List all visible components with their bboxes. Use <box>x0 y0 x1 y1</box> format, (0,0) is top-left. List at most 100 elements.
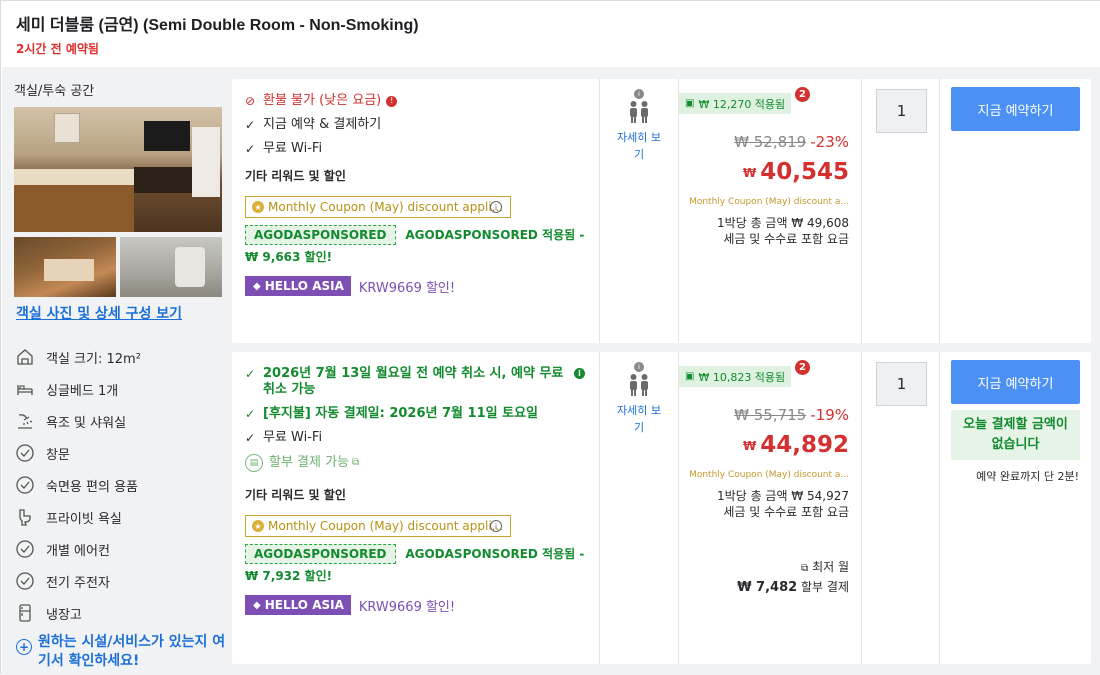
facility-search-label: 원하는 시설/서비스가 있는지 여기서 확인하세요! <box>38 634 226 669</box>
feature-free-wifi: ✓ 무료 Wi-Fi <box>245 141 323 156</box>
promo-code: KRW9669 할인! <box>358 280 456 296</box>
currency-symbol: ₩ <box>742 438 757 453</box>
agoda-sponsored: AGODASPONSORED AGODASPONSORED 적용됨 - ₩ 7,… <box>245 543 599 587</box>
ticket-icon: ▣ <box>685 371 695 382</box>
amenity-room-size: 객실 크기: 12m² <box>14 346 141 368</box>
section-label: 객실/투숙 공간 <box>14 84 95 99</box>
external-link-icon: ⧉ <box>801 563 809 574</box>
book-now-button[interactable]: 지금 예약하기 <box>951 360 1080 404</box>
toilet-icon <box>14 506 36 528</box>
room-quantity-select[interactable]: 1 <box>876 362 927 406</box>
savings-count-badge: 2 <box>795 87 810 102</box>
fridge-icon <box>14 602 36 624</box>
info-icon[interactable]: i <box>574 368 585 379</box>
monthly-coupon[interactable]: ★ Monthly Coupon (May) discount appli...… <box>245 515 511 537</box>
tag-icon: ◆ <box>253 280 261 292</box>
info-icon[interactable]: i <box>634 89 644 99</box>
amenity-bath-shower: 욕조 및 샤워실 <box>14 410 126 432</box>
two-guests-icon <box>600 101 678 123</box>
coupon-icon: ★ <box>252 520 264 532</box>
amenity-window: 창문 <box>14 442 70 464</box>
booking-time-note: 예약 완료까지 단 2분! <box>976 470 1079 483</box>
booking-column: 지금 예약하기 <box>940 79 1091 343</box>
installment-icon: ▤ <box>245 454 263 472</box>
room-content: 객실/투숙 공간 객실 사진 및 상세 구성 보기 객실 크기: 12m² 싱글… <box>2 67 1100 675</box>
alert-icon[interactable]: ! <box>386 95 398 107</box>
offer-row-2: ✓ 2026년 7월 13일 월요일 전 예약 취소 시, 예약 무료 취소 가… <box>232 352 1091 664</box>
info-icon[interactable]: i <box>490 520 502 532</box>
booking-column: 지금 예약하기 오늘 결제할 금액이 없습니다 예약 완료까지 단 2분! <box>940 352 1091 664</box>
currency-symbol: ₩ <box>742 165 757 180</box>
check-circle-icon <box>14 538 36 560</box>
room-card: 세미 더블룸 (금연) (Semi Double Room - Non-Smok… <box>0 0 1100 675</box>
amenity-label: 냉장고 <box>46 607 82 623</box>
promo-hello-asia: ◆ HELLO ASIA KRW9669 할인! <box>245 276 599 296</box>
amenity-kettle: 전기 주전자 <box>14 570 110 592</box>
agoda-sponsored: AGODASPONSORED AGODASPONSORED 적용됨 - ₩ 9,… <box>245 224 599 268</box>
offer-conditions: ⊘ 환불 불가 (낮은 요금) ! ✓ 지금 예약 & 결제하기 ✓ 무료 Wi… <box>232 79 600 343</box>
amenity-private-bathroom: 프라이빗 욕실 <box>14 506 122 528</box>
installment-available[interactable]: ▤ 할부 결제 가능 ⧉ <box>245 454 599 472</box>
feature-pay-now: ✓ 지금 예약 & 결제하기 <box>245 117 382 132</box>
occupancy-column: i 자세히 보기 <box>600 79 679 343</box>
offer-row-1: ⊘ 환불 불가 (낮은 요금) ! ✓ 지금 예약 & 결제하기 ✓ 무료 Wi… <box>232 79 1091 343</box>
rewards-title: 기타 리워드 및 할인 <box>245 488 346 502</box>
book-now-button[interactable]: 지금 예약하기 <box>951 87 1080 131</box>
amenity-label: 숙면용 편의 용품 <box>46 479 138 495</box>
room-photos-link[interactable]: 객실 사진 및 상세 구성 보기 <box>16 303 182 323</box>
promo-code: KRW9669 할인! <box>358 599 456 615</box>
amenity-sleep-kit: 숙면용 편의 용품 <box>14 474 138 496</box>
original-price: ₩ 52,819 -23% <box>734 133 849 151</box>
shower-icon <box>14 410 36 432</box>
amenity-label: 욕조 및 샤워실 <box>46 415 127 431</box>
refund-policy: ⊘ 환불 불가 (낮은 요금) ! <box>245 93 599 109</box>
feature-pay-later: ✓ [후지불] 자동 결제일: 2026년 7월 11일 토요일 <box>245 406 538 421</box>
check-icon: ✓ <box>245 431 256 445</box>
plus-circle-icon: + <box>16 639 32 655</box>
amenity-label: 창문 <box>46 447 70 463</box>
price-column: ▣ ₩ 12,270 적용됨 2 ₩ 52,819 -23% ₩40,545 Mo… <box>679 79 862 343</box>
coupon-note: Monthly Coupon (May) discount a... <box>689 197 849 207</box>
promo-tag: ◆ HELLO ASIA <box>245 595 351 615</box>
price-column: ▣ ₩ 10,823 적용됨 2 ₩ 55,715 -19% ₩44,892 Mo… <box>679 352 862 664</box>
total-price: 1박당 총 금액 ₩ 49,608 세금 및 수수료 포함 요금 <box>717 216 849 246</box>
occupancy-details-link[interactable]: 자세히 보기 <box>600 129 678 163</box>
info-icon[interactable]: i <box>490 201 502 213</box>
booked-recently-note: 2시간 전 예약됨 <box>16 42 99 56</box>
amenity-label: 개별 에어컨 <box>46 543 110 559</box>
monthly-coupon[interactable]: ★ Monthly Coupon (May) discount appli...… <box>245 196 511 218</box>
bed-icon <box>14 378 36 400</box>
occupancy-column: i 자세히 보기 <box>600 352 679 664</box>
check-circle-icon <box>14 442 36 464</box>
room-thumbnail-1[interactable] <box>14 237 116 297</box>
amenity-label: 싱글베드 1개 <box>46 383 119 399</box>
occupancy-details-link[interactable]: 자세히 보기 <box>600 402 678 436</box>
amenity-air-conditioner: 개별 에어컨 <box>14 538 110 560</box>
promo-hello-asia: ◆ HELLO ASIA KRW9669 할인! <box>245 595 599 615</box>
room-title: 세미 더블룸 (금연) (Semi Double Room - Non-Smok… <box>16 17 419 34</box>
no-payment-today-note: 오늘 결제할 금액이 없습니다 <box>951 410 1080 460</box>
discount-percent: -19% <box>810 406 849 424</box>
room-quantity-select[interactable]: 1 <box>876 89 927 133</box>
check-icon: ✓ <box>245 142 256 156</box>
room-thumbnail-2[interactable] <box>120 237 222 297</box>
facility-search-link[interactable]: + 원하는 시설/서비스가 있는지 여기서 확인하세요! <box>16 633 226 671</box>
coupon-icon: ★ <box>252 201 264 213</box>
amenity-bed: 싱글베드 1개 <box>14 378 118 400</box>
free-cancellation-policy: ✓ 2026년 7월 13일 월요일 전 예약 취소 시, 예약 무료 취소 가… <box>245 366 585 398</box>
info-icon[interactable]: i <box>634 362 644 372</box>
room-main-photo[interactable] <box>14 107 222 232</box>
current-price: ₩44,892 <box>742 432 849 458</box>
check-icon: ✓ <box>245 367 256 381</box>
ticket-icon: ▣ <box>685 98 695 109</box>
tag-icon: ◆ <box>253 599 261 611</box>
savings-count-badge: 2 <box>795 360 810 375</box>
quantity-column: 1 <box>862 79 940 343</box>
total-price: 1박당 총 금액 ₩ 54,927 세금 및 수수료 포함 요금 <box>717 489 849 519</box>
savings-badge: ▣ ₩ 12,270 적용됨 <box>679 93 792 114</box>
amenity-label: 전기 주전자 <box>46 575 110 591</box>
check-circle-icon <box>14 474 36 496</box>
room-size-icon <box>14 346 36 368</box>
check-icon: ✓ <box>245 118 256 132</box>
external-link-icon: ⧉ <box>352 457 360 468</box>
